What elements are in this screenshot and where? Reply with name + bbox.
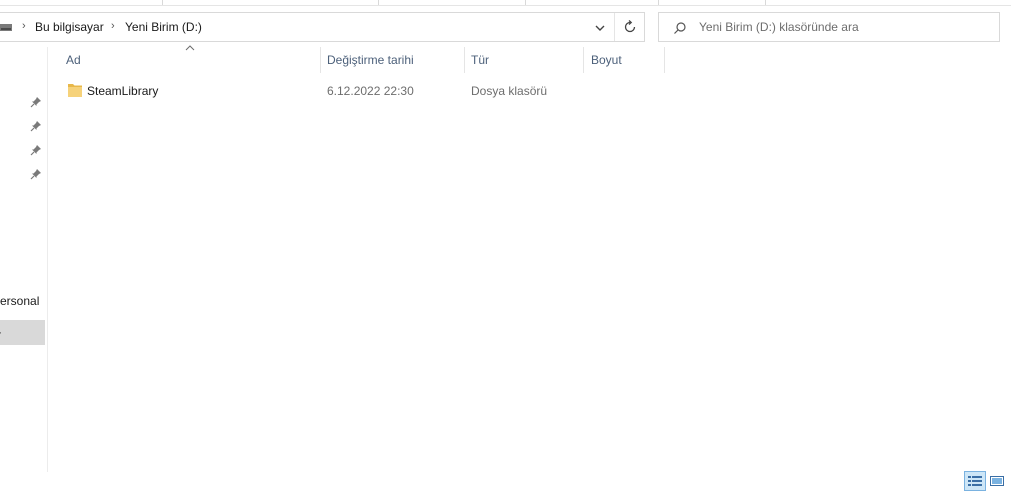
ribbon-separator: [765, 0, 766, 5]
large-icons-view-icon: [990, 476, 1004, 486]
file-row[interactable]: SteamLibrary 6.12.2022 22:30 Dosya klasö…: [62, 80, 662, 102]
chevron-down-icon[interactable]: [590, 19, 610, 37]
column-separator[interactable]: [583, 47, 584, 73]
pin-icon[interactable]: [30, 144, 42, 156]
ribbon-separator: [525, 0, 526, 5]
search-icon: [674, 22, 686, 34]
breadcrumb-chevron-icon[interactable]: ›: [22, 20, 26, 32]
column-header-size[interactable]: Boyut: [591, 53, 622, 67]
file-modified: 6.12.2022 22:30: [327, 84, 414, 98]
nav-item-selected-label: ·: [0, 325, 2, 339]
ribbon-separator: [378, 0, 379, 5]
nav-item-selected[interactable]: ·: [0, 320, 45, 345]
ribbon-strip: [0, 0, 1011, 6]
file-type: Dosya klasörü: [471, 84, 548, 98]
details-view-icon: [968, 476, 982, 486]
column-separator[interactable]: [664, 47, 665, 73]
sort-ascending-icon: [185, 45, 195, 51]
column-header-type[interactable]: Tür: [471, 53, 489, 67]
column-separator[interactable]: [464, 47, 465, 73]
search-input[interactable]: Yeni Birim (D:) klasöründe ara: [699, 20, 859, 34]
address-divider: [614, 13, 615, 41]
navigation-pane[interactable]: ersonal ·: [0, 47, 48, 472]
ribbon-separator: [162, 0, 163, 5]
address-bar[interactable]: › Bu bilgisayar › Yeni Birim (D:): [0, 12, 645, 42]
column-separator[interactable]: [320, 47, 321, 73]
search-box[interactable]: Yeni Birim (D:) klasöründe ara: [658, 12, 1000, 42]
breadcrumb-drive-d[interactable]: Yeni Birim (D:): [125, 20, 202, 34]
details-view-button[interactable]: [964, 471, 986, 491]
file-name: SteamLibrary: [87, 84, 159, 98]
nav-item-personal[interactable]: ersonal: [0, 294, 39, 308]
column-header-name[interactable]: Ad: [66, 53, 81, 67]
breadcrumb-chevron-icon[interactable]: ›: [111, 20, 115, 32]
pin-icon[interactable]: [30, 168, 42, 180]
column-header-modified[interactable]: Değiştirme tarihi: [327, 53, 414, 67]
refresh-button[interactable]: [616, 14, 644, 40]
large-icons-view-button[interactable]: [987, 471, 1007, 491]
folder-icon: [68, 84, 82, 97]
ribbon-separator: [658, 0, 659, 5]
drive-icon: [0, 24, 12, 31]
breadcrumb-this-pc[interactable]: Bu bilgisayar: [35, 20, 104, 34]
pin-icon[interactable]: [30, 120, 42, 132]
pin-icon[interactable]: [30, 96, 42, 108]
refresh-icon: [624, 20, 636, 33]
